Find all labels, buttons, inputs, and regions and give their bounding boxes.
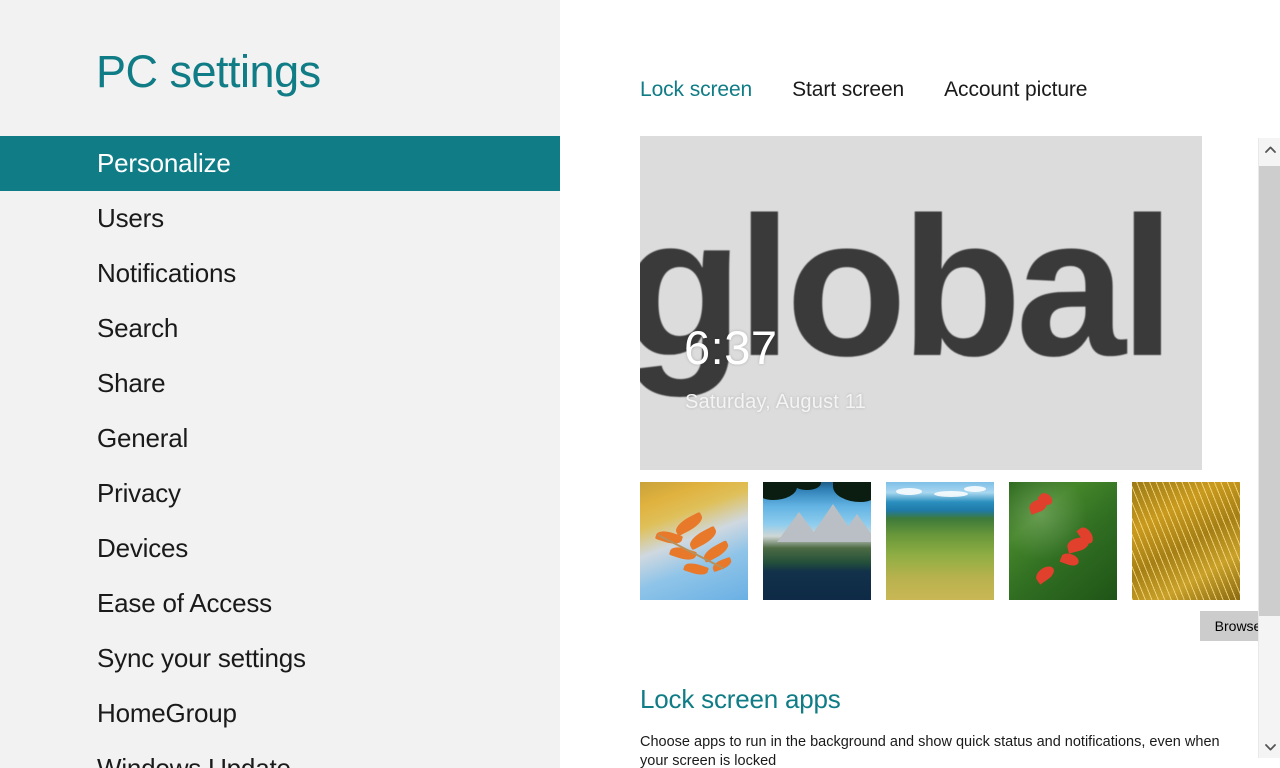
scrollbar-thumb[interactable]: [1259, 166, 1280, 616]
sidebar-item-label: General: [97, 423, 189, 453]
sidebar-item-label: Personalize: [97, 148, 231, 178]
sidebar-item-label: Users: [97, 203, 164, 233]
vertical-scrollbar[interactable]: [1258, 138, 1280, 758]
sidebar-item-label: Notifications: [97, 258, 237, 288]
sidebar: PC settings Personalize Users Notificati…: [0, 0, 560, 768]
sidebar-item-label: Ease of Access: [97, 588, 272, 618]
thumbnail-golden-grass[interactable]: [1132, 482, 1240, 600]
chevron-down-icon: [1264, 743, 1276, 751]
scrollbar-up-button[interactable]: [1259, 138, 1280, 160]
lock-screen-apps-heading: Lock screen apps: [640, 684, 841, 714]
sidebar-item-general[interactable]: General: [0, 411, 560, 466]
main-content: Lock screen Start screen Account picture…: [560, 0, 1280, 768]
sidebar-item-label: Search: [97, 313, 179, 343]
lock-screen-apps-description: Choose apps to run in the background and…: [640, 734, 1220, 768]
sidebar-item-label: Privacy: [97, 478, 181, 508]
tab-bar: Lock screen Start screen Account picture: [640, 78, 1087, 102]
tab-start-screen[interactable]: Start screen: [792, 78, 904, 102]
page-title: PC settings: [96, 46, 321, 97]
preview-date: Saturday, August 11: [685, 391, 866, 413]
sidebar-item-label: HomeGroup: [97, 698, 237, 728]
sidebar-item-devices[interactable]: Devices: [0, 521, 560, 576]
sidebar-item-users[interactable]: Users: [0, 191, 560, 246]
sidebar-item-sync-your-settings[interactable]: Sync your settings: [0, 631, 560, 686]
lock-screen-image-choices: [640, 482, 1240, 600]
thumbnail-coastal-hills[interactable]: [886, 482, 994, 600]
sidebar-item-search[interactable]: Search: [0, 301, 560, 356]
thumbnail-mountain-lake[interactable]: [763, 482, 871, 600]
sidebar-item-ease-of-access[interactable]: Ease of Access: [0, 576, 560, 631]
sidebar-item-homegroup[interactable]: HomeGroup: [0, 686, 560, 741]
sidebar-item-windows-update[interactable]: Windows Update: [0, 741, 560, 768]
sidebar-item-privacy[interactable]: Privacy: [0, 466, 560, 521]
tab-lock-screen[interactable]: Lock screen: [640, 78, 752, 102]
pc-settings-window: PC settings Personalize Users Notificati…: [0, 0, 1280, 768]
sidebar-item-notifications[interactable]: Notifications: [0, 246, 560, 301]
sidebar-nav: Personalize Users Notifications Search S…: [0, 136, 560, 768]
preview-clock: 6:37: [684, 321, 778, 374]
sidebar-item-label: Windows Update: [97, 753, 291, 768]
sidebar-item-label: Sync your settings: [97, 643, 306, 673]
sidebar-item-personalize[interactable]: Personalize: [0, 136, 560, 191]
thumbnail-autumn-leaves[interactable]: [640, 482, 748, 600]
tab-account-picture[interactable]: Account picture: [944, 78, 1087, 102]
scrollbar-down-button[interactable]: [1259, 736, 1280, 758]
sidebar-item-label: Devices: [97, 533, 189, 563]
sidebar-item-label: Share: [97, 368, 166, 398]
chevron-up-icon: [1264, 146, 1276, 153]
lock-screen-preview[interactable]: global c 6:37 Saturday, August 11: [640, 136, 1202, 470]
thumbnail-red-flowers[interactable]: [1009, 482, 1117, 600]
sidebar-item-share[interactable]: Share: [0, 356, 560, 411]
